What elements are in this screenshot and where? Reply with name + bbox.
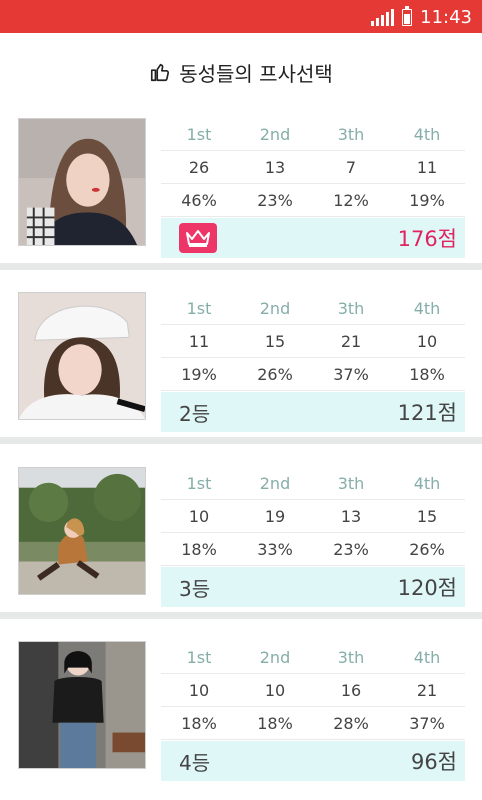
percent-row: 46% 23% 12% 19% [161, 184, 465, 217]
count-row: 10 19 13 15 [161, 500, 465, 533]
stats-table-4: 1st 2nd 3th 4th 10 10 16 21 18% 18% 28% … [161, 641, 465, 781]
count-value: 10 [416, 331, 438, 351]
column-3th: 3th [337, 647, 365, 667]
percent-value: 26% [257, 364, 293, 384]
count-value: 16 [340, 680, 362, 700]
score: 176점 [397, 227, 457, 251]
signal-icon [371, 8, 395, 26]
column-4th: 4th [413, 124, 441, 144]
column-2nd: 2nd [259, 124, 291, 144]
column-3th: 3th [337, 124, 365, 144]
percent-value: 23% [257, 190, 293, 210]
percent-value: 19% [181, 364, 217, 384]
count-value: 21 [416, 680, 438, 700]
result-bar: 176점 [161, 218, 465, 258]
column-1st: 1st [186, 647, 212, 667]
rank-label: 4등 [179, 750, 211, 775]
count-value: 11 [188, 331, 210, 351]
status-icons: 11:43 [371, 5, 472, 29]
count-value: 10 [264, 680, 286, 700]
count-value: 15 [416, 506, 438, 526]
percent-value: 46% [181, 190, 217, 210]
page-title-text: 동성들의 프사선택 [179, 61, 333, 86]
score: 121점 [397, 401, 457, 425]
card-divider [0, 437, 482, 444]
percent-value: 37% [333, 364, 369, 384]
count-value: 21 [340, 331, 362, 351]
percent-value: 12% [333, 190, 369, 210]
vote-card-3[interactable]: 1st 2nd 3th 4th 10 19 13 15 18% 33% 23% … [0, 467, 482, 607]
count-value: 7 [345, 157, 357, 177]
column-3th: 3th [337, 473, 365, 493]
column-2nd: 2nd [259, 647, 291, 667]
page-title: 동성들의 프사선택 [0, 55, 482, 89]
profile-photo-2[interactable] [18, 292, 146, 420]
count-value: 13 [340, 506, 362, 526]
column-1st: 1st [186, 298, 212, 318]
stats-header-row: 1st 2nd 3th 4th [161, 467, 465, 500]
percent-value: 37% [409, 713, 445, 733]
stats-header-row: 1st 2nd 3th 4th [161, 118, 465, 151]
vote-card-4[interactable]: 1st 2nd 3th 4th 10 10 16 21 18% 18% 28% … [0, 641, 482, 781]
percent-value: 26% [409, 539, 445, 559]
percent-value: 18% [257, 713, 293, 733]
count-value: 26 [188, 157, 210, 177]
percent-value: 28% [333, 713, 369, 733]
count-value: 15 [264, 331, 286, 351]
crown-icon [179, 223, 217, 253]
stats-header-row: 1st 2nd 3th 4th [161, 641, 465, 674]
card-divider [0, 263, 482, 270]
stats-table-3: 1st 2nd 3th 4th 10 19 13 15 18% 33% 23% … [161, 467, 465, 607]
result-bar: 3등 120점 [161, 567, 465, 607]
stats-table-1: 1st 2nd 3th 4th 26 13 7 11 46% 23% 12% 1… [161, 118, 465, 258]
stats-header-row: 1st 2nd 3th 4th [161, 292, 465, 325]
column-4th: 4th [413, 473, 441, 493]
column-2nd: 2nd [259, 298, 291, 318]
count-value: 10 [188, 506, 210, 526]
thumbs-up-icon [149, 61, 171, 83]
status-bar: 11:43 [0, 0, 482, 33]
profile-photo-4[interactable] [18, 641, 146, 769]
count-value: 10 [188, 680, 210, 700]
count-value: 13 [264, 157, 286, 177]
percent-value: 18% [181, 713, 217, 733]
percent-row: 18% 33% 23% 26% [161, 533, 465, 566]
profile-photo-3[interactable] [18, 467, 146, 595]
stats-table-2: 1st 2nd 3th 4th 11 15 21 10 19% 26% 37% … [161, 292, 465, 432]
score: 96점 [410, 750, 457, 774]
count-row: 10 10 16 21 [161, 674, 465, 707]
rank-label: 2등 [179, 401, 211, 426]
count-row: 26 13 7 11 [161, 151, 465, 184]
count-value: 11 [416, 157, 438, 177]
score: 120점 [397, 576, 457, 600]
rank-label: 3등 [179, 576, 211, 601]
column-2nd: 2nd [259, 473, 291, 493]
percent-value: 18% [409, 364, 445, 384]
column-1st: 1st [186, 124, 212, 144]
vote-card-1[interactable]: 1st 2nd 3th 4th 26 13 7 11 46% 23% 12% 1… [0, 118, 482, 258]
column-4th: 4th [413, 647, 441, 667]
battery-icon [402, 5, 413, 26]
column-4th: 4th [413, 298, 441, 318]
column-1st: 1st [186, 473, 212, 493]
percent-row: 19% 26% 37% 18% [161, 358, 465, 391]
profile-photo-1[interactable] [18, 118, 146, 246]
count-row: 11 15 21 10 [161, 325, 465, 358]
percent-value: 19% [409, 190, 445, 210]
card-divider [0, 612, 482, 619]
column-3th: 3th [337, 298, 365, 318]
status-time: 11:43 [420, 6, 472, 28]
percent-value: 23% [333, 539, 369, 559]
percent-value: 33% [257, 539, 293, 559]
vote-card-2[interactable]: 1st 2nd 3th 4th 11 15 21 10 19% 26% 37% … [0, 292, 482, 432]
percent-value: 18% [181, 539, 217, 559]
result-bar: 2등 121점 [161, 392, 465, 432]
result-bar: 4등 96점 [161, 741, 465, 781]
count-value: 19 [264, 506, 286, 526]
percent-row: 18% 18% 28% 37% [161, 707, 465, 740]
